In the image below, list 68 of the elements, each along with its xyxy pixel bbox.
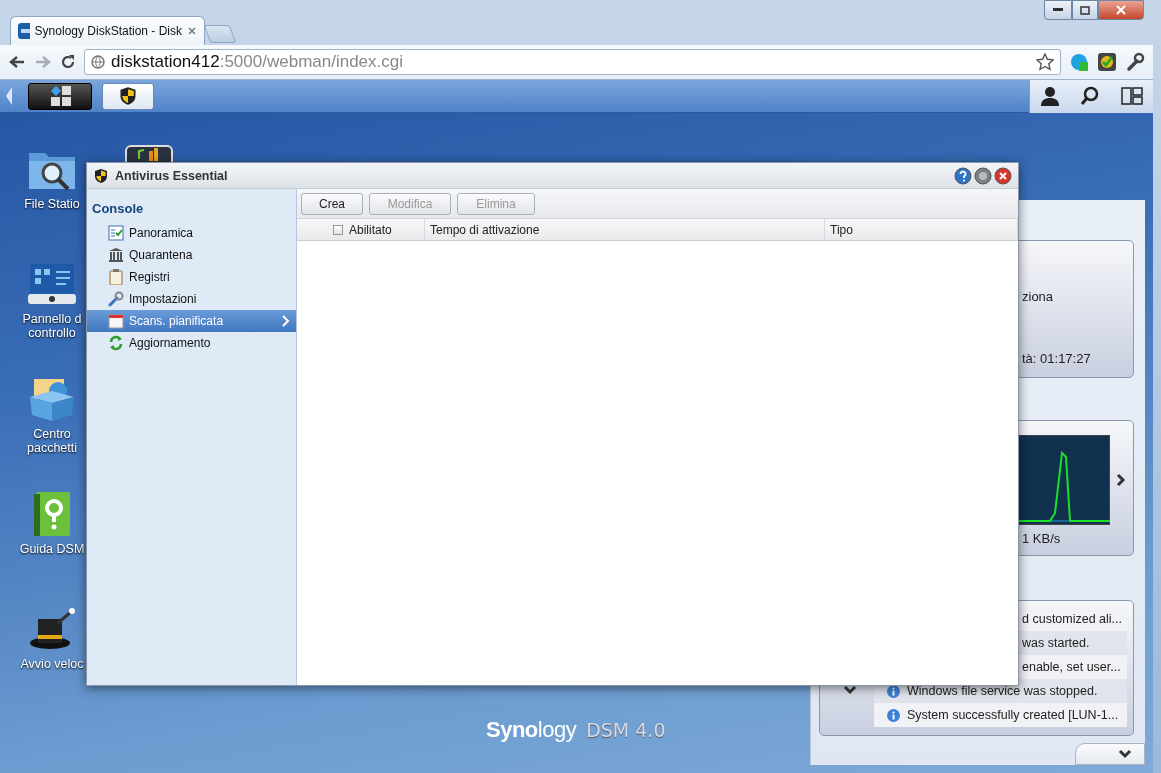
brand-logo: Synology [486, 717, 577, 743]
status-text: tà: 01:17:27 [1022, 351, 1091, 366]
user-icon[interactable] [1040, 86, 1061, 106]
window-title: Antivirus Essential [115, 168, 228, 183]
taskbar-arrow-icon[interactable] [4, 85, 14, 107]
help-icon[interactable] [954, 166, 972, 185]
globe-icon [91, 55, 105, 69]
favicon-icon [18, 23, 30, 39]
status-text: ziona [1022, 289, 1054, 304]
wrench-icon[interactable] [1125, 52, 1145, 72]
checkbox[interactable] [333, 224, 343, 235]
sidebar-item[interactable]: Panoramica [87, 222, 296, 244]
checkmark-icon[interactable] [1097, 52, 1117, 72]
log-entry: Windows file service was stopped. [907, 684, 1098, 698]
tab-title: Synology DiskStation - Disk [34, 24, 182, 38]
reload-icon[interactable] [60, 54, 76, 70]
sidebar-item[interactable]: Aggiornamento [87, 332, 296, 354]
desktop-icon-label[interactable]: Pannello d controllo [22, 312, 82, 340]
pillars-icon [108, 247, 124, 263]
search-icon[interactable] [1080, 86, 1101, 106]
sidebar-item[interactable]: Registri [87, 266, 296, 288]
maximize-button[interactable] [1072, 0, 1098, 20]
info-icon [887, 708, 900, 722]
chevron-down-icon [1118, 749, 1132, 759]
log-entry: d customized ali... [1022, 612, 1123, 626]
close-icon[interactable] [994, 166, 1012, 185]
star-icon[interactable] [1036, 53, 1054, 71]
desktop-icon-label[interactable]: File Statio [24, 197, 80, 211]
clipboard-icon [108, 269, 124, 285]
minimize-icon [1053, 8, 1063, 12]
antivirus-taskbar-button[interactable] [102, 82, 154, 110]
calendar-icon [108, 313, 124, 329]
refresh-icon [108, 335, 124, 351]
widgets-icon[interactable] [1120, 86, 1143, 106]
address-field[interactable]: diskstation412:5000/webman/index.cgi [84, 49, 1061, 75]
checklist-icon [108, 225, 124, 241]
desktop-icon-label[interactable]: Centro pacchetti [27, 427, 77, 455]
extension-icon[interactable] [1069, 52, 1089, 72]
sidebar-heading: Console [91, 201, 145, 218]
toolbar-button[interactable]: Crea [301, 192, 363, 215]
wrench-icon [108, 291, 124, 307]
close-icon[interactable] [187, 26, 197, 36]
log-entry: was started. [1022, 636, 1090, 650]
column-header[interactable]: Tempo di attivazione [430, 222, 540, 237]
log-entry: enable, set user... [1022, 660, 1121, 674]
maximize-icon [1080, 5, 1090, 15]
column-header[interactable]: Tipo [830, 222, 853, 237]
transfer-rate: 1 KB/s [1022, 531, 1061, 546]
close-button[interactable] [1098, 0, 1144, 20]
sidebar-item[interactable]: Impostazioni [87, 288, 296, 310]
column-header[interactable]: Abilitato [349, 222, 392, 237]
chevron-right-icon[interactable] [1116, 473, 1126, 487]
sidebar-item[interactable]: Quarantena [87, 244, 296, 266]
shield-icon [118, 86, 138, 106]
back-icon[interactable] [8, 54, 26, 70]
expand-tab[interactable] [1075, 743, 1145, 765]
browser-tab[interactable]: Synology DiskStation - Disk [10, 16, 205, 45]
chevron-right-icon [282, 315, 290, 327]
minimize-icon[interactable] [974, 166, 992, 185]
log-entry: System successfully created [LUN-1... [907, 708, 1119, 722]
main-menu-button[interactable] [28, 82, 92, 110]
chevron-down-icon[interactable] [843, 685, 857, 695]
close-icon [1116, 5, 1126, 15]
shield-icon [93, 167, 109, 184]
minimize-button[interactable] [1044, 0, 1072, 20]
product-version: DSM 4.0 [586, 719, 666, 741]
sidebar-item[interactable]: Scans. pianificata [87, 310, 296, 332]
desktop-icon-label[interactable]: Guida DSM [19, 542, 85, 556]
